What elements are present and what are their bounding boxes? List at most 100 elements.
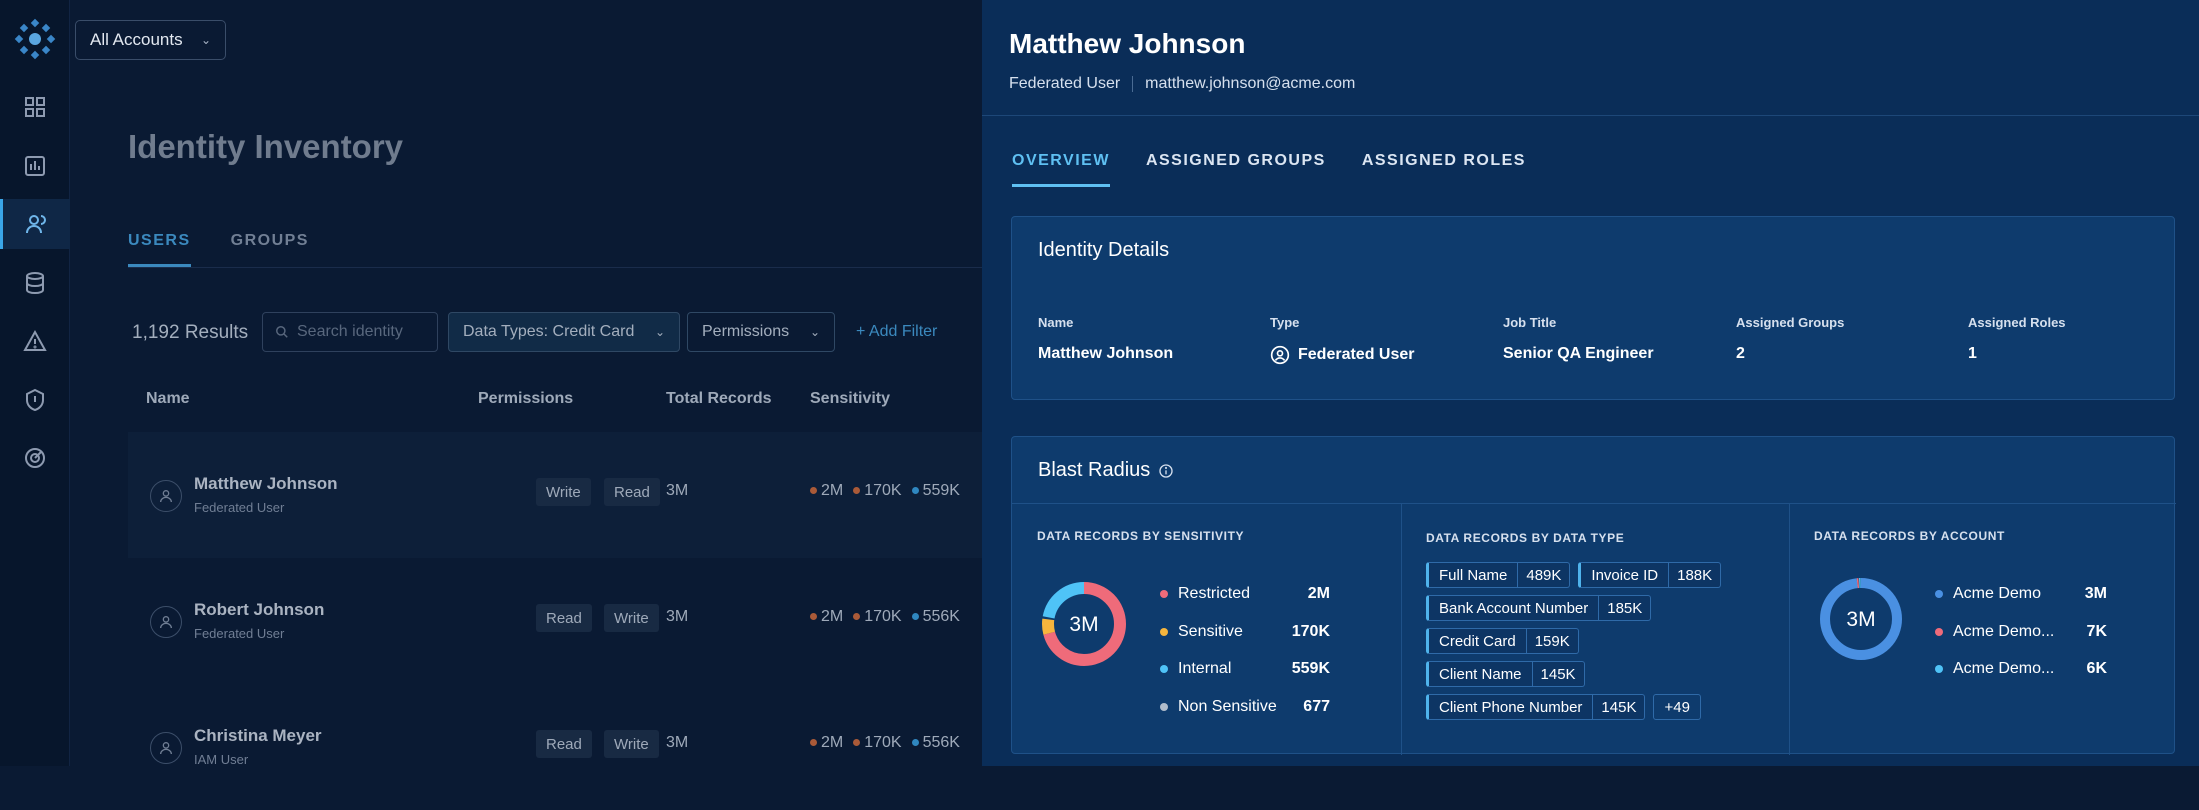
legend-value: 170K — [1291, 623, 1330, 640]
separator — [1132, 76, 1134, 92]
sensitivity-restricted: 2M — [821, 734, 844, 751]
total-records: 3M — [666, 734, 689, 751]
field-label-assigned-groups: Assigned Groups — [1736, 315, 1845, 330]
page-title: Identity Inventory — [128, 128, 404, 165]
blast-radius-title: Blast Radius — [1038, 459, 1174, 482]
column-header-name[interactable]: Name — [146, 390, 190, 408]
field-value-assigned-roles: 1 — [1968, 345, 1977, 363]
field-value-assigned-roles-text: 1 — [1968, 345, 1977, 362]
data-type-name: Bank Account Number — [1439, 599, 1589, 617]
sensitivity-internal: 559K — [922, 482, 960, 499]
legend-value: 559K — [1291, 660, 1330, 677]
more-data-types-chip[interactable]: +49 — [1653, 694, 1701, 720]
data-type-row: Client Phone Number 145K +49 — [1426, 694, 1701, 720]
permission-chip: Write — [536, 478, 591, 506]
tab-users[interactable]: USERS — [128, 232, 191, 267]
tab-assigned-groups[interactable]: ASSIGNED GROUPS — [1146, 152, 1326, 187]
legend-value: 3M — [2084, 585, 2107, 602]
data-type-chip[interactable]: Client Name 145K — [1426, 661, 1585, 687]
info-icon[interactable] — [1158, 463, 1174, 479]
data-type-row: Credit Card 159K — [1426, 628, 1579, 654]
reports-icon[interactable] — [0, 141, 70, 191]
database-icon[interactable] — [0, 258, 70, 308]
legend-name: Restricted — [1178, 585, 1251, 602]
main-tabs: USERS GROUPS — [128, 232, 309, 267]
sidebar — [0, 0, 70, 766]
user-type: IAM User — [194, 752, 249, 767]
identities-icon[interactable] — [0, 199, 70, 249]
data-type-section: DATA RECORDS BY DATA TYPE Full Name 489K … — [1401, 437, 1789, 755]
user-circle-icon — [1270, 345, 1290, 365]
data-type-chip[interactable]: Client Phone Number 145K — [1426, 694, 1646, 720]
data-types-filter-label: Data Types: Credit Card — [463, 323, 635, 340]
legend-value: 6K — [2086, 660, 2107, 677]
legend-name: Sensitive — [1178, 623, 1243, 640]
data-type-chip[interactable]: Bank Account Number 185K — [1426, 595, 1652, 621]
data-type-count: 159K — [1525, 629, 1578, 653]
search-icon — [276, 326, 288, 338]
section-label-data-type: DATA RECORDS BY DATA TYPE — [1426, 531, 1625, 545]
radar-icon[interactable] — [0, 433, 70, 483]
column-header-permissions[interactable]: Permissions — [478, 390, 573, 408]
sensitivity-restricted: 2M — [821, 608, 844, 625]
data-type-chip[interactable]: Credit Card 159K — [1426, 628, 1579, 654]
user-type: Federated User — [194, 500, 285, 515]
identity-detail-panel: Matthew Johnson Federated User matthew.j… — [982, 0, 2199, 766]
legend-name: Non Sensitive — [1178, 698, 1277, 715]
user-name: Robert Johnson — [194, 600, 325, 619]
tabs-divider — [128, 267, 988, 268]
field-label-name: Name — [1038, 315, 1074, 330]
data-type-chip[interactable]: Invoice ID 188K — [1578, 562, 1722, 588]
column-header-sensitivity[interactable]: Sensitivity — [810, 390, 890, 408]
results-count: 1,192 Results — [132, 322, 249, 343]
tab-groups[interactable]: GROUPS — [231, 232, 309, 267]
tab-assigned-roles[interactable]: ASSIGNED ROLES — [1362, 152, 1526, 187]
legend-item: Acme Demo 3M — [1935, 585, 2107, 603]
sensitivity-values: 2M 170K 559K — [810, 482, 960, 500]
sensitivity-internal: 556K — [922, 734, 960, 751]
donut-total: 3M — [1069, 613, 1098, 636]
legend-dot — [1160, 703, 1168, 711]
account-section: DATA RECORDS BY ACCOUNT 3M Acme Demo 3M … — [1789, 437, 2176, 755]
field-label-job-title: Job Title — [1503, 315, 1557, 330]
table-row[interactable]: Matthew Johnson Federated User Write Rea… — [128, 432, 998, 558]
identity-type: Federated User — [1009, 75, 1121, 92]
chevron-down-icon: ⌄ — [654, 325, 665, 339]
legend-name: Acme Demo — [1953, 585, 2042, 602]
field-value-job-title-text: Senior QA Engineer — [1503, 345, 1654, 362]
legend-dot — [1160, 628, 1168, 636]
dashboard-icon[interactable] — [0, 82, 70, 132]
permission-chip: Read — [536, 730, 592, 758]
sensitivity-values: 2M 170K 556K — [810, 734, 960, 752]
data-type-row: Client Name 145K — [1426, 661, 1585, 687]
data-types-filter[interactable]: Data Types: Credit Card ⌄ — [448, 312, 680, 352]
data-type-count: 188K — [1668, 563, 1720, 587]
search-input[interactable]: Search identity — [262, 312, 438, 352]
tab-overview[interactable]: OVERVIEW — [1012, 152, 1110, 187]
card-title: Identity Details — [1038, 239, 1170, 261]
add-filter-link[interactable]: + Add Filter — [856, 323, 937, 341]
panel-header: Matthew Johnson Federated User matthew.j… — [982, 0, 2199, 116]
data-type-name: Client Phone Number — [1439, 698, 1583, 716]
user-name: Matthew Johnson — [194, 474, 338, 493]
legend-item: Acme Demo... 7K — [1935, 623, 2107, 641]
field-label-assigned-roles: Assigned Roles — [1968, 315, 2066, 330]
sensitivity-restricted: 2M — [821, 482, 844, 499]
data-type-name: Full Name — [1439, 566, 1508, 584]
table-row[interactable]: Robert Johnson Federated User Read Write… — [128, 558, 998, 684]
identity-email: matthew.johnson@acme.com — [1145, 75, 1356, 92]
permission-chip: Write — [604, 604, 659, 632]
data-type-row: Bank Account Number 185K — [1426, 595, 1652, 621]
table-row[interactable]: Christina Meyer IAM User Read Write 3M 2… — [128, 684, 998, 810]
app-logo-icon[interactable] — [14, 18, 56, 60]
legend-dot — [1935, 628, 1943, 636]
shield-icon[interactable] — [0, 375, 70, 425]
legend-value: 7K — [2086, 623, 2107, 640]
alert-icon[interactable] — [0, 316, 70, 366]
data-type-chip[interactable]: Full Name 489K — [1426, 562, 1571, 588]
search-placeholder: Search identity — [297, 323, 403, 340]
permissions-filter[interactable]: Permissions ⌄ — [687, 312, 835, 352]
avatar — [150, 606, 182, 638]
column-header-total-records[interactable]: Total Records — [666, 390, 772, 408]
panel-subtitle: Federated User matthew.johnson@acme.com — [1009, 75, 1355, 93]
